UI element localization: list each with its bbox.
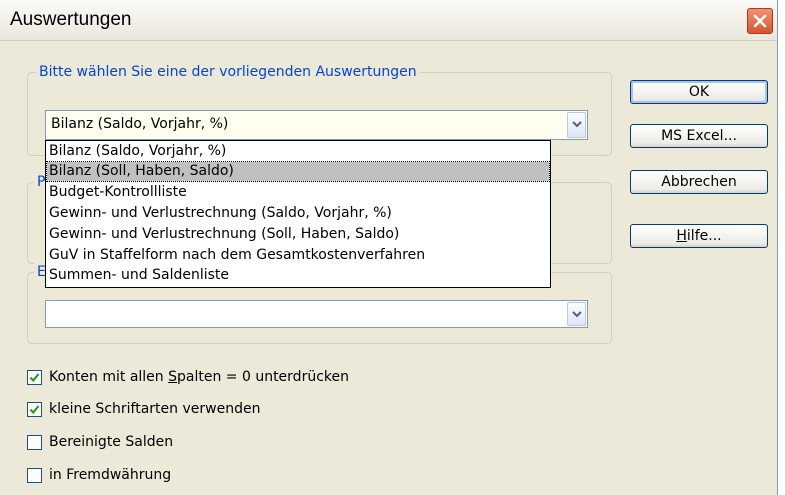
hide-zero-accounts-label[interactable]: Konten mit allen Spalten = 0 unterdrücke… [49,369,349,385]
dropdown-option[interactable]: Summen- und Saldenliste [47,266,549,285]
label-text: Konten mit allen [49,369,169,385]
adjusted-balances-checkbox[interactable] [27,435,42,450]
hide-zero-accounts-checkbox[interactable] [27,370,42,385]
dialog-window: Auswertungen Bitte wählen Sie eine der v… [0,0,778,495]
foreign-currency-label[interactable]: in Fremdwährung [49,467,171,483]
window-title: Auswertungen [10,9,132,30]
close-button[interactable] [747,8,773,34]
close-icon [753,14,767,28]
help-button[interactable]: Hilfe... [630,224,768,248]
report-dropdown-list[interactable]: Bilanz (Saldo, Vorjahr, %) Bilanz (Soll,… [45,140,551,288]
third-combo[interactable] [45,300,588,328]
report-combo-dropdown-button[interactable] [567,112,586,138]
label-accesskey: S [168,369,177,385]
ms-excel-button[interactable]: MS Excel... [630,124,768,148]
help-button-accesskey: H [676,228,687,244]
help-button-label: ilfe... [686,228,722,244]
third-combo-dropdown-button[interactable] [567,302,586,326]
dropdown-option-selected[interactable]: Bilanz (Soll, Haben, Saldo) [46,161,550,182]
dropdown-option[interactable]: GuV in Staffelform nach dem Gesamtkosten… [47,246,549,265]
checkmark-icon [29,373,40,383]
cancel-button[interactable]: Abbrechen [630,170,768,194]
dropdown-option[interactable]: Bilanz (Saldo, Vorjahr, %) [47,142,549,161]
label-text: palten = 0 unterdrücken [177,369,349,385]
report-combo[interactable]: Bilanz (Saldo, Vorjahr, %) [45,110,588,140]
small-fonts-checkbox[interactable] [27,402,42,417]
small-fonts-label[interactable]: kleine Schriftarten verwenden [49,401,260,417]
checkmark-icon [29,405,40,415]
chevron-down-icon [572,121,582,128]
adjusted-balances-label[interactable]: Bereinigte Salden [49,434,173,450]
foreign-currency-checkbox[interactable] [27,468,42,483]
report-selection-label: Bitte wählen Sie eine der vorliegenden A… [36,63,420,81]
dropdown-option[interactable]: Gewinn- und Verlustrechnung (Soll, Haben… [47,225,549,244]
dropdown-option[interactable]: Gewinn- und Verlustrechnung (Saldo, Vorj… [47,204,549,223]
ok-button[interactable]: OK [630,80,768,104]
report-combo-value: Bilanz (Saldo, Vorjahr, %) [51,116,229,132]
dropdown-option[interactable]: Budget-Kontrollliste [47,183,549,202]
chevron-down-icon [572,311,582,318]
title-bar[interactable]: Auswertungen [0,0,777,41]
